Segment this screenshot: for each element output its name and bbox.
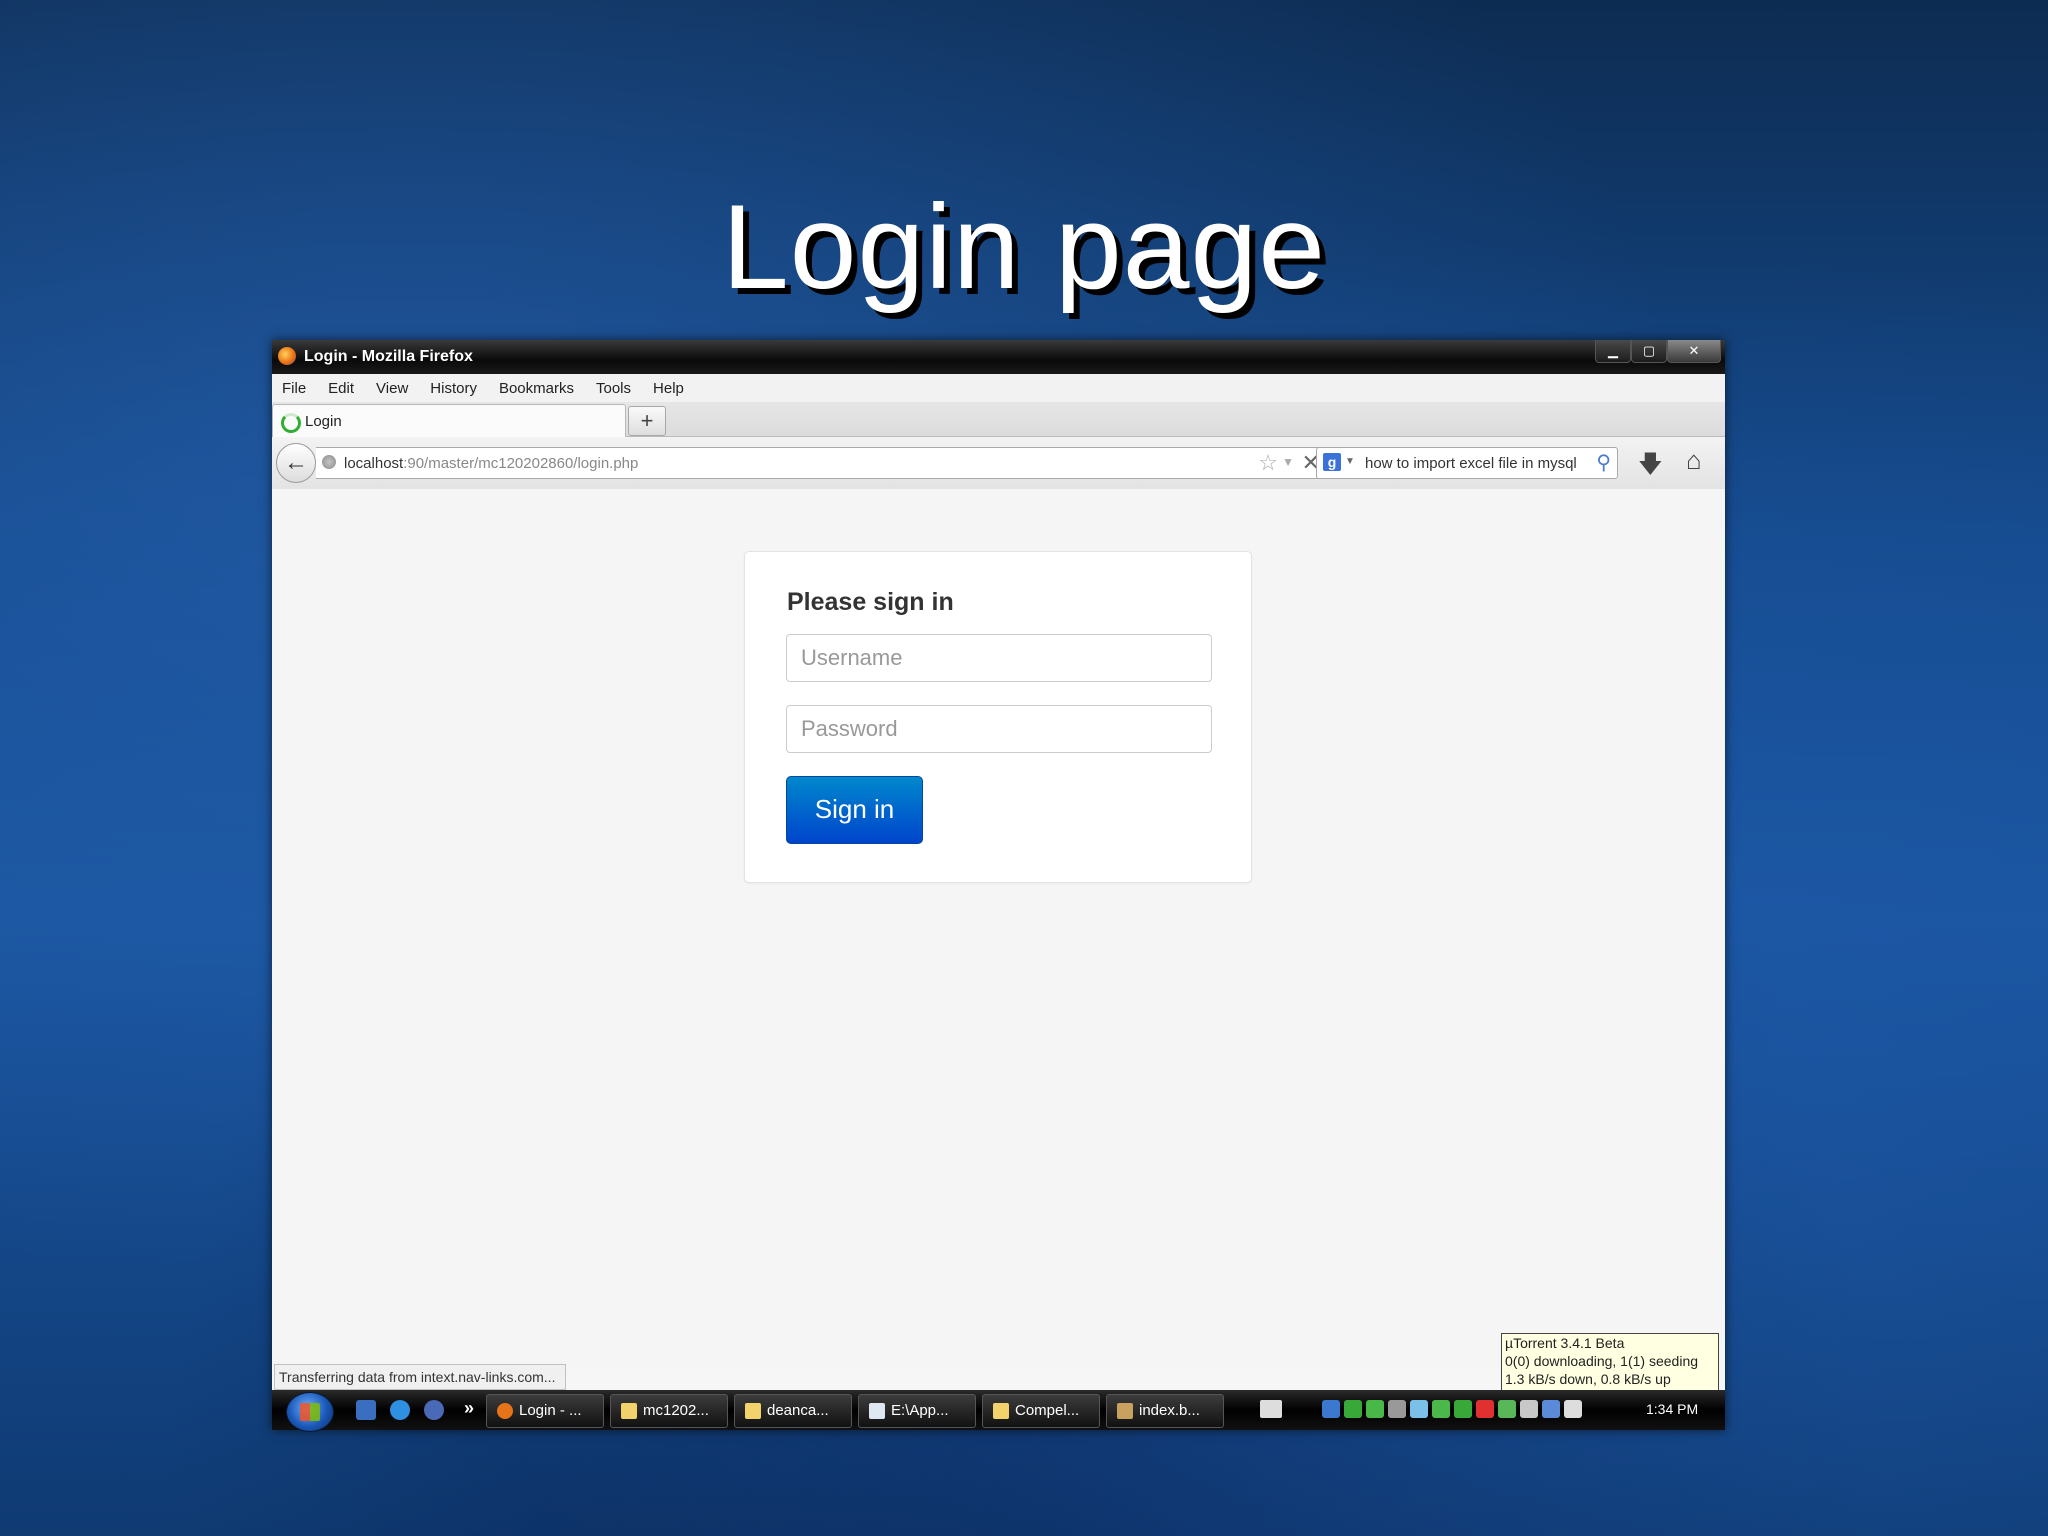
navigation-bar: ← localhost:90/master/mc120202860/login.…	[272, 437, 1725, 490]
folder-icon	[745, 1403, 761, 1420]
status-bar: Transferring data from intext.nav-links.…	[274, 1364, 567, 1390]
back-arrow-icon[interactable]: ←	[276, 443, 316, 483]
login-form: Please sign in Sign in	[744, 551, 1252, 883]
wifi-icon[interactable]	[1454, 1400, 1472, 1418]
tray-app-icon[interactable]	[1432, 1400, 1450, 1418]
firefox-logo-icon	[278, 347, 296, 365]
taskbar-item-folder-2[interactable]: deanca...	[734, 1394, 852, 1428]
printer-icon[interactable]	[1388, 1400, 1406, 1418]
username-input[interactable]	[786, 634, 1212, 682]
quick-launch-overflow-icon[interactable]: »	[464, 1398, 474, 1419]
signal-strength-icon[interactable]	[1366, 1400, 1384, 1418]
taskbar: » Login - ... mc1202... deanca... E:\App…	[272, 1390, 1725, 1432]
tray-app-icon[interactable]	[1410, 1400, 1428, 1418]
window-title: Login - Mozilla Firefox	[304, 348, 473, 365]
taskbar-label: deanca...	[767, 1402, 829, 1419]
window-controls: ▁ ▢ ✕	[1595, 340, 1721, 363]
tray-app-icon[interactable]	[1520, 1400, 1538, 1418]
menu-bookmarks[interactable]: Bookmarks	[499, 380, 574, 397]
search-engine-icon[interactable]: g	[1323, 453, 1341, 471]
taskbar-item-firefox[interactable]: Login - ...	[486, 1394, 604, 1428]
file-icon	[1117, 1403, 1133, 1420]
notepad-icon	[869, 1403, 885, 1420]
security-shield-icon[interactable]	[1476, 1400, 1494, 1418]
tab-login[interactable]: Login	[272, 404, 626, 437]
password-input[interactable]	[786, 705, 1212, 753]
tab-bar: Login +	[272, 402, 1725, 437]
loading-spinner-icon	[281, 413, 301, 433]
utorrent-speeds: 1.3 kB/s down, 0.8 kB/s up	[1505, 1371, 1671, 1387]
network-icon[interactable]	[1322, 1400, 1340, 1418]
taskbar-label: Login - ...	[519, 1402, 582, 1419]
firefox-window: Login - Mozilla Firefox ▁ ▢ ✕ File Edit …	[272, 340, 1725, 1432]
magnifier-icon[interactable]: ⚲	[1596, 450, 1611, 475]
menu-file[interactable]: File	[282, 380, 306, 397]
menu-view[interactable]: View	[376, 380, 408, 397]
keyboard-layout-icon[interactable]	[1260, 1400, 1282, 1418]
taskbar-item-folder-3[interactable]: Compel...	[982, 1394, 1100, 1428]
home-icon[interactable]: ⌂	[1686, 445, 1702, 476]
restore-button[interactable]: ▢	[1631, 340, 1667, 363]
bookmark-star-icon[interactable]: ☆	[1258, 450, 1278, 476]
tab-label: Login	[305, 413, 342, 430]
slide-title: Login page	[722, 180, 1326, 314]
taskbar-label: Compel...	[1015, 1402, 1080, 1419]
taskbar-item-folder-1[interactable]: mc1202...	[610, 1394, 728, 1428]
firefox-icon	[497, 1403, 513, 1420]
system-tray	[1322, 1400, 1582, 1420]
history-dropdown-icon[interactable]: ▼	[1282, 455, 1294, 469]
search-input[interactable]: how to import excel file in mysql	[1365, 455, 1581, 472]
utorrent-version: µTorrent 3.4.1 Beta	[1505, 1335, 1625, 1351]
clock[interactable]: 1:34 PM	[1646, 1401, 1698, 1417]
search-bar[interactable]: g ▼ how to import excel file in mysql ⚲	[1316, 447, 1618, 479]
close-button[interactable]: ✕	[1667, 340, 1721, 363]
taskbar-label: mc1202...	[643, 1402, 709, 1419]
new-tab-button[interactable]: +	[628, 406, 666, 436]
form-heading: Please sign in	[787, 588, 954, 616]
menu-edit[interactable]: Edit	[328, 380, 354, 397]
folder-icon	[621, 1403, 637, 1420]
utorrent-transfers: 0(0) downloading, 1(1) seeding	[1505, 1353, 1699, 1369]
tray-app-icon[interactable]	[1344, 1400, 1362, 1418]
quick-launch-app-icon[interactable]	[424, 1400, 444, 1420]
internet-explorer-icon[interactable]	[390, 1400, 410, 1420]
url-bar[interactable]: localhost:90/master/mc120202860/login.ph…	[316, 447, 1329, 479]
menu-history[interactable]: History	[430, 380, 477, 397]
show-desktop-icon[interactable]	[356, 1400, 376, 1420]
url-host: localhost	[344, 455, 404, 472]
minimize-button[interactable]: ▁	[1595, 340, 1631, 363]
folder-icon	[993, 1403, 1009, 1420]
taskbar-item-index[interactable]: index.b...	[1106, 1394, 1224, 1428]
taskbar-item-notepad[interactable]: E:\App...	[858, 1394, 976, 1428]
sign-in-button[interactable]: Sign in	[786, 776, 923, 844]
download-arrow-icon[interactable]: 🡇	[1638, 447, 1663, 488]
utorrent-icon[interactable]	[1498, 1400, 1516, 1418]
url-text[interactable]: localhost:90/master/mc120202860/login.ph…	[344, 455, 638, 472]
taskbar-label: E:\App...	[891, 1402, 949, 1419]
volume-icon[interactable]	[1564, 1400, 1582, 1418]
title-bar: Login - Mozilla Firefox ▁ ▢ ✕	[272, 340, 1725, 374]
menu-help[interactable]: Help	[653, 380, 684, 397]
tray-app-icon[interactable]	[1542, 1400, 1560, 1418]
menu-bar: File Edit View History Bookmarks Tools H…	[272, 374, 1725, 402]
utorrent-tooltip: µTorrent 3.4.1 Beta 0(0) downloading, 1(…	[1501, 1333, 1719, 1393]
start-button[interactable]	[286, 1392, 334, 1432]
page-content: Please sign in Sign in	[272, 489, 1725, 1369]
search-engine-dropdown-icon[interactable]: ▼	[1345, 456, 1355, 467]
site-identity-icon[interactable]	[322, 455, 336, 469]
url-path: :90/master/mc120202860/login.php	[403, 455, 639, 472]
taskbar-label: index.b...	[1139, 1402, 1200, 1419]
menu-tools[interactable]: Tools	[596, 380, 631, 397]
